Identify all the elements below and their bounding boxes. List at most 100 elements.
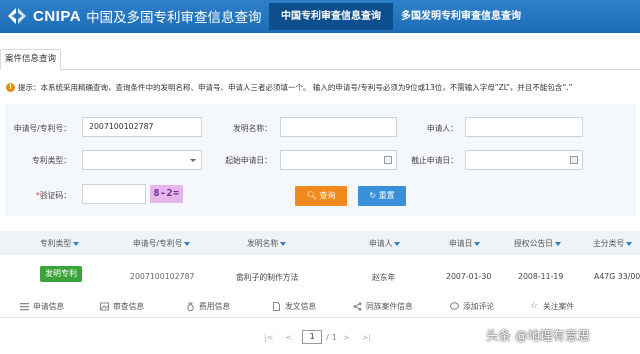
table-row: 发明专利 2007100102787 畲利子的制作方法 赵东年 2007-01-…: [0, 263, 640, 289]
brand-name: CNIPA: [33, 7, 82, 25]
money-bag-icon: [187, 302, 194, 311]
action-label: 费用信息: [199, 302, 231, 311]
patent-type-select[interactable]: [82, 150, 202, 170]
prev-page-button[interactable]: <: [285, 333, 292, 342]
sort-icon: [280, 242, 287, 246]
column-label: 申请号/专利号: [133, 239, 183, 248]
cnipa-logo-icon: [8, 8, 26, 24]
nav-multi-country-query[interactable]: 多国发明专利审查信息查询: [393, 3, 529, 30]
patent-type-label: 专利类型：: [32, 156, 71, 165]
document-icon: [273, 302, 280, 311]
tip-prefix: 提示：: [18, 83, 41, 92]
action-label: 审查信息: [113, 302, 145, 311]
info-icon: !: [6, 83, 15, 92]
search-form: 申请号/专利号： 2007100102787 发明名称： 申请人： 专利类型： …: [5, 104, 636, 216]
cnipa-logo[interactable]: CNIPA 中国及多国专利审查信息查询: [6, 5, 262, 27]
first-page-button[interactable]: |<: [264, 333, 273, 342]
captcha-label: *验证码：: [27, 190, 71, 201]
column-label: 主分类号: [593, 239, 625, 248]
reset-button-label: 重置: [378, 191, 395, 200]
top-header: CNIPA 中国及多国专利审查信息查询 中国专利审查信息查询 多国发明专利审查信…: [0, 0, 640, 33]
column-header-type[interactable]: 专利类型: [40, 238, 80, 249]
column-label: 发明名称: [247, 239, 279, 248]
cell-invention-name: 畲利子的制作方法: [236, 273, 299, 282]
patent-type-badge: 发明专利: [40, 266, 82, 282]
cell-app-date: 2007-01-30: [446, 272, 492, 281]
tab-bar: 案件信息查询: [0, 43, 640, 70]
total-pages: 1: [331, 332, 337, 342]
results-table-header: 专利类型 申请号/专利号 发明名称 申请人 申请日 授权公告日 主分类号: [0, 231, 640, 255]
nav-china-patent-query[interactable]: 中国专利审查信息查询: [269, 3, 393, 30]
column-label: 申请日: [449, 239, 473, 248]
start-date-input[interactable]: [280, 150, 397, 170]
brand-subtitle: 中国及多国专利审查信息查询: [86, 10, 262, 26]
row-actions: 申请信息 审查信息 费用信息 发文信息 同族案件信息 添加评论 ☆ 关注案件: [0, 297, 640, 318]
sort-icon: [554, 242, 561, 246]
action-application-info[interactable]: 申请信息: [20, 301, 64, 312]
tip-text: 本系统采用精确查询，查询条件中的发明名称、申请号、申请人三者必须填一个。 输入的…: [40, 83, 573, 92]
column-header-grant-date[interactable]: 授权公告日: [514, 238, 561, 249]
invention-name-label: 发明名称：: [233, 124, 272, 133]
page-number-input[interactable]: 1: [302, 330, 323, 344]
sort-icon: [394, 242, 401, 246]
app-no-input[interactable]: 2007100102787: [82, 117, 202, 137]
action-label: 添加评论: [463, 302, 495, 311]
app-no-label: 申请号/专利号：: [13, 124, 71, 133]
sort-icon: [73, 242, 80, 246]
end-date-label: 截止申请日：: [411, 156, 458, 165]
action-label: 关注案件: [543, 302, 575, 311]
column-label: 专利类型: [40, 239, 72, 248]
cell-grant-date: 2008-11-19: [518, 272, 564, 281]
applicant-input[interactable]: [465, 117, 583, 137]
last-page-button[interactable]: >|: [362, 333, 371, 342]
tab-case-query[interactable]: 案件信息查询: [0, 49, 62, 70]
query-tip: ! 提示： 本系统采用精确查询，查询条件中的发明名称、申请号、申请人三者必须填一…: [6, 82, 573, 93]
watermark: 头条 @地理有意思: [486, 328, 590, 343]
action-fee-info[interactable]: 费用信息: [186, 301, 230, 312]
action-follow-case[interactable]: ☆ 关注案件: [530, 301, 574, 312]
calendar-icon[interactable]: [570, 156, 578, 164]
action-family-info[interactable]: 同族案件信息: [353, 301, 413, 312]
next-page-button[interactable]: >: [343, 333, 350, 342]
action-dispatch-info[interactable]: 发文信息: [272, 301, 316, 312]
page-separator: /: [326, 332, 329, 342]
sort-icon: [184, 242, 191, 246]
column-label: 授权公告日: [514, 239, 553, 248]
comment-icon: [450, 302, 459, 311]
sort-icon: [474, 242, 481, 246]
action-examination-info[interactable]: 审查信息: [100, 301, 144, 312]
cell-main-class: A47G 33/00: [594, 272, 640, 281]
sort-icon: [626, 242, 633, 246]
refresh-icon: ↻: [369, 191, 377, 200]
search-icon: 🔍︎: [306, 191, 317, 200]
action-label: 申请信息: [33, 302, 65, 311]
action-label: 发文信息: [285, 302, 317, 311]
invention-name-input[interactable]: [280, 117, 397, 137]
captcha-input[interactable]: [82, 184, 146, 204]
reset-button[interactable]: ↻ 重置: [358, 186, 406, 206]
share-icon: [353, 302, 362, 311]
end-date-input[interactable]: [465, 150, 583, 170]
column-header-app-no[interactable]: 申请号/专利号: [133, 238, 191, 249]
column-header-applicant[interactable]: 申请人: [369, 238, 401, 249]
image-icon: [100, 302, 109, 311]
chevron-down-icon: [190, 159, 196, 162]
query-button[interactable]: 🔍︎ 查询: [295, 186, 347, 206]
cell-applicant: 赵东年: [372, 273, 396, 282]
captcha-label-text: 验证码：: [39, 191, 71, 200]
action-add-comment[interactable]: 添加评论: [450, 301, 494, 312]
column-header-main-class[interactable]: 主分类号: [593, 238, 633, 249]
start-date-label: 起始申请日：: [225, 156, 272, 165]
applicant-label: 申请人：: [426, 124, 458, 133]
column-label: 申请人: [369, 239, 393, 248]
column-header-app-date[interactable]: 申请日: [449, 238, 481, 249]
cell-app-no: 2007100102787: [130, 272, 195, 281]
query-button-label: 查询: [319, 191, 336, 200]
calendar-icon[interactable]: [384, 156, 392, 164]
star-icon: ☆: [530, 301, 539, 311]
pagination: |< < 1 / 1 > >|: [258, 329, 377, 345]
captcha-image[interactable]: 8-2=: [150, 185, 183, 203]
column-header-name[interactable]: 发明名称: [247, 238, 287, 249]
list-icon: [20, 303, 29, 311]
action-label: 同族案件信息: [366, 302, 413, 311]
